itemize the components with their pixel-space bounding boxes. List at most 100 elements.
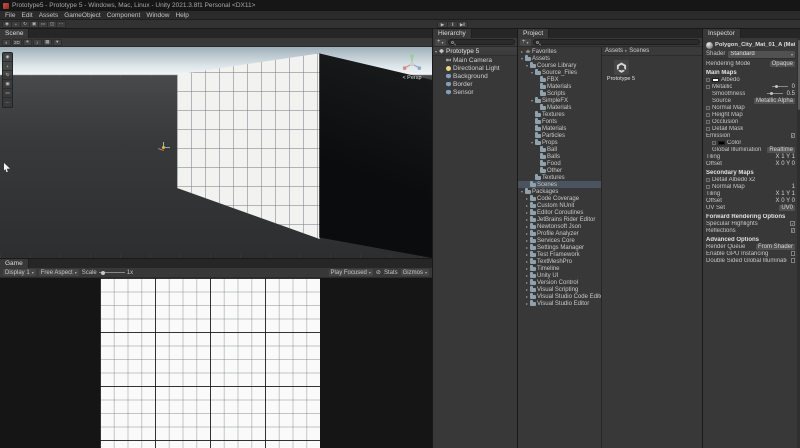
hierarchy-item[interactable]: Border — [433, 80, 517, 88]
project-tree-item[interactable]: ▸ Test Framework — [518, 251, 601, 258]
project-tree-item[interactable]: ▸ Custom NUnit — [518, 202, 601, 209]
project-tree-item[interactable]: ▾ Course Library — [518, 62, 601, 69]
tab-game[interactable]: Game — [0, 259, 29, 268]
stats-button[interactable]: Stats — [384, 270, 398, 276]
texture-slot-icon[interactable] — [712, 141, 716, 145]
project-tree-item[interactable]: Other — [518, 167, 601, 174]
menu-item[interactable]: Component — [104, 12, 144, 19]
expand-arrow-icon[interactable]: ▾ — [525, 63, 529, 68]
material-property-row[interactable]: Offset X 0 Y 0 — [706, 160, 795, 167]
scale-slider-knob[interactable] — [101, 271, 105, 275]
menu-item[interactable]: GameObject — [61, 12, 104, 19]
project-tree-item[interactable]: ▸ Visual Scripting — [518, 286, 601, 293]
expand-arrow-icon[interactable]: ▸ — [525, 294, 529, 299]
expand-arrow-icon[interactable]: ▸ — [525, 196, 529, 201]
aspect-dropdown[interactable]: Free Aspect▾ — [39, 269, 79, 276]
texture-slot-icon[interactable] — [706, 120, 710, 124]
gizmos-dropdown[interactable]: Gizmos▾ — [401, 269, 429, 276]
material-property-row[interactable]: Global Illumination Realtime — [706, 146, 795, 153]
checkbox[interactable]: ✓ — [791, 228, 796, 233]
color-swatch[interactable] — [712, 78, 719, 82]
project-tree-item[interactable]: Scenes — [518, 181, 601, 188]
project-tree-item[interactable]: Materials — [518, 83, 601, 90]
expand-arrow-icon[interactable]: ▾ — [530, 140, 534, 145]
create-asset-button[interactable]: +▾ — [520, 39, 531, 46]
material-property-row[interactable]: Advanced Options — [706, 236, 795, 243]
expand-arrow-icon[interactable]: ▸ — [525, 203, 529, 208]
property-value[interactable]: X 0 Y 0 — [776, 198, 795, 204]
material-property-row[interactable]: Tiling X 1 Y 1 — [706, 153, 795, 160]
scene-toolbar-button[interactable]: ▦ — [43, 39, 52, 46]
property-value[interactable]: X 1 Y 1 — [776, 191, 795, 197]
texture-slot-icon[interactable] — [706, 127, 710, 131]
scene-viewport[interactable]: ◉+↻▣▭⋯ — [0, 47, 432, 258]
project-tree-item[interactable]: ▾ Source_Files — [518, 69, 601, 76]
tab-scene[interactable]: Scene — [0, 29, 29, 38]
expand-arrow-icon[interactable]: ▾ — [520, 189, 524, 194]
tab-hierarchy[interactable]: Hierarchy — [433, 29, 472, 38]
project-tree-item[interactable]: ▸ Unity UI — [518, 272, 601, 279]
texture-slot-icon[interactable] — [706, 78, 710, 82]
material-property-row[interactable]: Reflections ✓ — [706, 227, 795, 234]
expand-arrow-icon[interactable]: ▸ — [525, 224, 529, 229]
scene-toolbar-button[interactable]: 2D — [12, 39, 22, 46]
tab-inspector[interactable]: Inspector — [703, 29, 741, 38]
project-tree-item[interactable]: ▸ Visual Studio Editor — [518, 300, 601, 307]
project-tree-item[interactable]: ▸ Newtonsoft Json — [518, 223, 601, 230]
project-tree-item[interactable]: Ball — [518, 146, 601, 153]
property-value[interactable]: 0 — [792, 84, 795, 90]
project-tree-item[interactable]: Materials — [518, 125, 601, 132]
project-tree-item[interactable]: ▸ Visual Studio Code Editor — [518, 293, 601, 300]
project-tree-item[interactable]: ▸ Timeline — [518, 265, 601, 272]
expand-arrow-icon[interactable]: ▸ — [525, 287, 529, 292]
expand-arrow-icon[interactable]: ▸ — [525, 238, 529, 243]
material-property-row[interactable]: Normal Map 1 — [706, 183, 795, 190]
expand-arrow-icon[interactable]: ▸ — [525, 273, 529, 278]
expand-arrow-icon[interactable]: ▸ — [525, 245, 529, 250]
asset-item-scene[interactable]: Prototype 5 — [606, 60, 636, 82]
material-property-row[interactable]: Metallic 0 — [706, 83, 795, 90]
expand-arrow-icon[interactable]: ▾ — [530, 98, 534, 103]
persp-label[interactable]: < Persp — [397, 75, 427, 81]
texture-slot-icon[interactable] — [706, 106, 710, 110]
project-tree-item[interactable]: ▾ Packages — [518, 188, 601, 195]
expand-arrow-icon[interactable]: ▾ — [520, 56, 524, 61]
scale-slider[interactable] — [99, 272, 125, 273]
scene-tool-button[interactable]: ↻ — [3, 71, 12, 80]
expand-arrow-icon[interactable]: ▾ — [435, 49, 437, 54]
project-search-input[interactable] — [533, 39, 700, 45]
scene-tool-button[interactable]: + — [3, 62, 12, 71]
scene-toolbar-button[interactable]: ◐ — [2, 39, 11, 46]
hierarchy-item[interactable]: Background — [433, 72, 517, 80]
scene-tool-button[interactable]: ▭ — [3, 89, 12, 98]
property-value[interactable]: Realtime — [767, 147, 795, 153]
property-value[interactable]: From Shader — [756, 244, 795, 250]
project-tree-item[interactable]: Scripts — [518, 90, 601, 97]
material-property-row[interactable]: UV Set UV0 — [706, 204, 795, 211]
expand-arrow-icon[interactable]: ▸ — [525, 217, 529, 222]
project-tree-item[interactable]: ▾ SimpleFX — [518, 97, 601, 104]
material-property-row[interactable]: Detail Albedo x2 — [706, 176, 795, 183]
display-dropdown[interactable]: Display 1▾ — [3, 269, 36, 276]
menu-item[interactable]: Window — [143, 12, 172, 19]
breadcrumb-root[interactable]: Assets — [605, 48, 623, 54]
project-tree-item[interactable]: Balls — [518, 153, 601, 160]
project-tree-item[interactable]: ▸ Code Coverage — [518, 195, 601, 202]
project-tree-item[interactable]: Fonts — [518, 118, 601, 125]
checkbox[interactable] — [791, 258, 796, 263]
material-property-row[interactable]: Enable GPU Instancing — [706, 250, 795, 257]
checkbox[interactable] — [791, 251, 796, 256]
property-value[interactable]: 0.5 — [787, 91, 795, 97]
texture-slot-icon[interactable] — [706, 113, 710, 117]
color-swatch[interactable] — [718, 141, 725, 145]
tab-project[interactable]: Project — [518, 29, 549, 38]
material-property-row[interactable]: Albedo — [706, 76, 795, 83]
scene-tool-button[interactable]: ▣ — [3, 80, 12, 89]
property-value[interactable]: Opaque — [770, 61, 795, 67]
material-property-row[interactable]: Emission ✓ — [706, 132, 795, 139]
project-tree-item[interactable]: Materials — [518, 104, 601, 111]
material-property-row[interactable]: Normal Map — [706, 104, 795, 111]
menu-item[interactable]: Edit — [18, 12, 35, 19]
material-property-row[interactable]: Smoothness 0.5 — [706, 90, 795, 97]
project-tree-item[interactable]: FBX — [518, 76, 601, 83]
